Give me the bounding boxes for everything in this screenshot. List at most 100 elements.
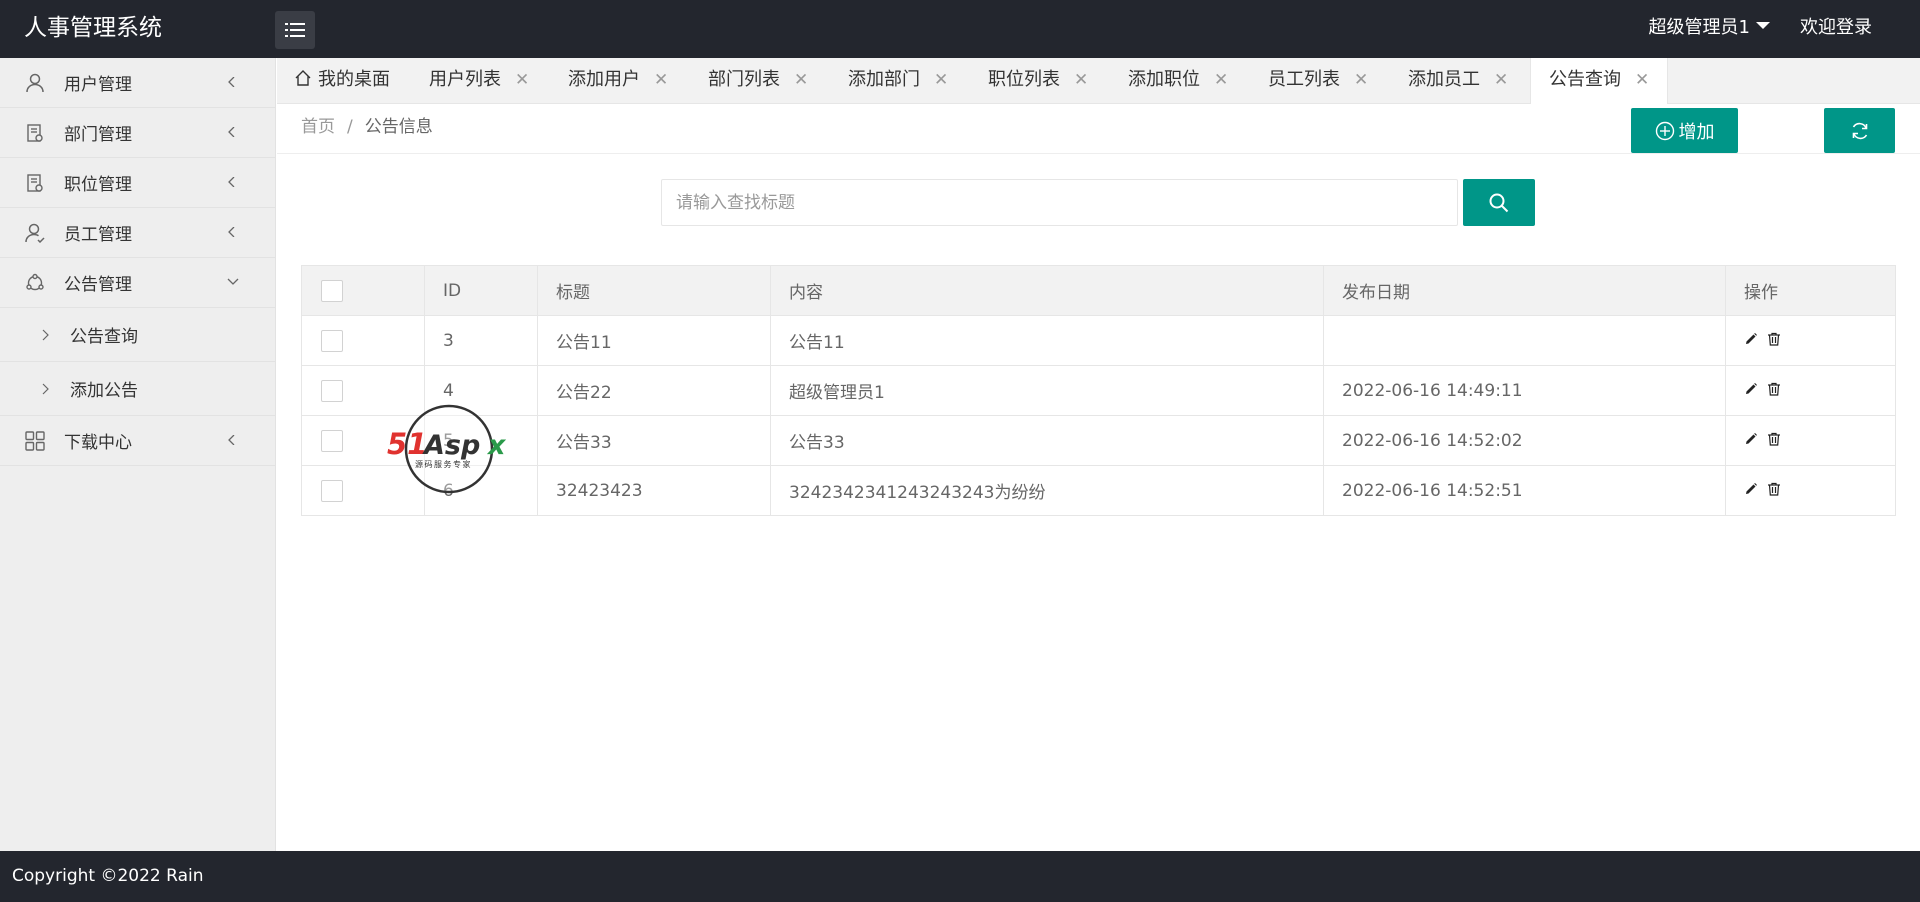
close-icon[interactable]: ✕	[934, 58, 948, 102]
home-icon	[295, 70, 311, 86]
chevron-left-icon	[228, 434, 235, 445]
close-icon[interactable]: ✕	[515, 58, 529, 102]
employee-icon	[24, 222, 46, 244]
tab-label: 公告查询	[1549, 69, 1621, 90]
delete-icon[interactable]	[1767, 432, 1781, 446]
edit-icon[interactable]	[1744, 482, 1758, 496]
sidebar-item-label: 员工管理	[64, 225, 132, 245]
edit-icon[interactable]	[1744, 332, 1758, 346]
sidebar-item-notice-management[interactable]: 公告管理	[0, 258, 275, 308]
sidebar-item-position-management[interactable]: 职位管理	[0, 158, 275, 208]
welcome-link[interactable]: 欢迎登录	[1800, 0, 1872, 58]
add-button-label: 增加	[1678, 121, 1715, 143]
cell-content: 公告11	[770, 315, 1324, 366]
select-all-checkbox[interactable]	[321, 279, 343, 302]
sidebar-item-department-management[interactable]: 部门管理	[0, 108, 275, 158]
chevron-left-icon	[228, 76, 235, 87]
chevron-left-icon	[228, 126, 235, 137]
add-button[interactable]: 增加	[1631, 108, 1738, 153]
tab-employee-list[interactable]: 员工列表 ✕	[1268, 58, 1368, 104]
cell-actions	[1725, 365, 1896, 416]
column-header-content: 内容	[770, 265, 1324, 316]
user-menu[interactable]: 超级管理员1	[1649, 0, 1770, 58]
close-icon[interactable]: ✕	[1074, 58, 1088, 102]
grid-icon	[24, 430, 46, 452]
cell-title: 公告33	[537, 415, 771, 466]
cell-id: 3	[424, 315, 538, 366]
tab-add-department[interactable]: 添加部门 ✕	[848, 58, 948, 104]
svg-text:x: x	[486, 430, 507, 461]
tab-label: 添加部门	[848, 69, 920, 90]
tab-label: 员工列表	[1268, 69, 1340, 90]
search-button[interactable]	[1463, 179, 1535, 226]
close-icon[interactable]: ✕	[1214, 58, 1228, 102]
table-row: 4 公告22 超级管理员1 2022-06-16 14:49:11	[301, 365, 1896, 416]
tab-position-list[interactable]: 职位列表 ✕	[988, 58, 1088, 104]
close-icon[interactable]: ✕	[1354, 58, 1368, 102]
sidebar-item-label: 用户管理	[64, 75, 132, 95]
cell-date: 2022-06-16 14:52:02	[1323, 415, 1726, 466]
breadcrumb-home[interactable]: 首页	[301, 117, 335, 137]
user-icon	[24, 72, 46, 94]
menu-toggle-button[interactable]	[275, 11, 315, 49]
row-select-cell	[301, 315, 425, 366]
edit-icon[interactable]	[1744, 432, 1758, 446]
delete-icon[interactable]	[1767, 382, 1781, 396]
user-name: 超级管理员1	[1648, 17, 1750, 38]
select-all-cell	[301, 265, 425, 316]
refresh-button[interactable]	[1824, 108, 1895, 153]
tab-notice-query[interactable]: 公告查询 ✕	[1530, 58, 1669, 104]
sidebar-item-download-center[interactable]: 下载中心	[0, 416, 275, 466]
notice-table: ID 标题 内容 发布日期 操作 3 公告11 公告11 4 公告22 超级管理…	[301, 265, 1896, 516]
sidebar: 用户管理 部门管理 职位管理 员工管理 公告管理 公告查询 添加公告 下载中心	[0, 58, 276, 851]
delete-icon[interactable]	[1767, 332, 1781, 346]
cell-content: 3242342341243243243为纷纷	[770, 465, 1324, 516]
caret-down-icon	[1756, 21, 1770, 29]
sidebar-subitem-label: 公告查询	[70, 327, 138, 347]
breadcrumb-separator: /	[347, 117, 353, 137]
search-icon	[1489, 193, 1509, 212]
footer-copyright: Copyright ©2022 Rain	[12, 866, 204, 886]
tab-my-desktop[interactable]: 我的桌面	[294, 58, 390, 104]
search-input[interactable]	[661, 179, 1458, 226]
cell-title: 公告11	[537, 315, 771, 366]
sidebar-subitem-add-notice[interactable]: 添加公告	[0, 362, 275, 416]
row-checkbox[interactable]	[321, 429, 343, 452]
delete-icon[interactable]	[1767, 482, 1781, 496]
cell-actions	[1725, 465, 1896, 516]
column-header-title: 标题	[537, 265, 771, 316]
top-header: 人事管理系统 超级管理员1 欢迎登录	[0, 0, 1920, 58]
sidebar-item-user-management[interactable]: 用户管理	[0, 58, 275, 108]
row-checkbox[interactable]	[321, 479, 343, 502]
breadcrumb-current: 公告信息	[364, 117, 433, 137]
tab-add-position[interactable]: 添加职位 ✕	[1128, 58, 1228, 104]
table-row: 6 32423423 3242342341243243243为纷纷 2022-0…	[301, 465, 1896, 516]
close-icon[interactable]: ✕	[794, 58, 808, 102]
cell-title: 32423423	[537, 465, 771, 516]
cell-date: 2022-06-16 14:49:11	[1323, 365, 1726, 416]
cell-title: 公告22	[537, 365, 771, 416]
watermark-logo: 51 Asp x 源码服务专家	[387, 404, 507, 494]
close-icon[interactable]: ✕	[1494, 58, 1508, 102]
chevron-left-icon	[228, 226, 235, 237]
tab-add-user[interactable]: 添加用户 ✕	[568, 58, 668, 104]
plus-circle-icon	[1655, 121, 1674, 140]
tab-add-employee[interactable]: 添加员工 ✕	[1408, 58, 1508, 104]
svg-text:源码服务专家: 源码服务专家	[415, 459, 472, 469]
column-header-actions: 操作	[1725, 265, 1896, 316]
tab-user-list[interactable]: 用户列表 ✕	[429, 58, 529, 104]
tab-label: 添加员工	[1408, 69, 1480, 90]
edit-icon[interactable]	[1744, 382, 1758, 396]
sidebar-subitem-notice-query[interactable]: 公告查询	[0, 308, 275, 362]
tab-label: 添加职位	[1128, 69, 1200, 90]
tab-label: 职位列表	[988, 69, 1060, 90]
row-checkbox[interactable]	[321, 329, 343, 352]
cell-date: 2022-06-16 14:52:51	[1323, 465, 1726, 516]
tab-department-list[interactable]: 部门列表 ✕	[708, 58, 808, 104]
tab-label: 添加用户	[568, 69, 640, 90]
sidebar-item-employee-management[interactable]: 员工管理	[0, 208, 275, 258]
row-checkbox[interactable]	[321, 379, 343, 402]
close-icon[interactable]: ✕	[1635, 58, 1649, 102]
svg-text:51: 51	[387, 427, 427, 461]
close-icon[interactable]: ✕	[654, 58, 668, 102]
